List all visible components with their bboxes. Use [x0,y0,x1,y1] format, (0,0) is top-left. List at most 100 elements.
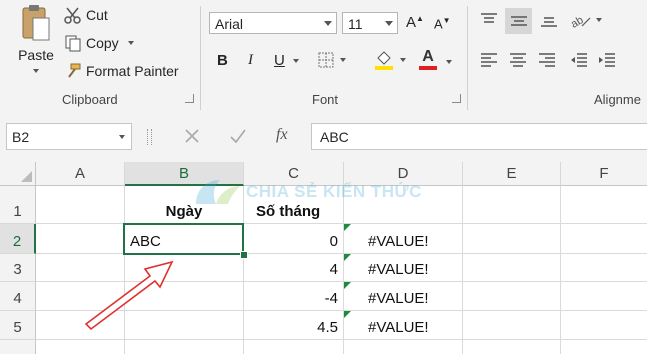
select-all-triangle-icon [21,171,32,182]
gridline [462,186,463,354]
insert-function-button[interactable]: fx [276,126,288,144]
column-header-f[interactable]: F [561,162,647,186]
font-dialog-launcher-icon[interactable] [452,94,461,103]
cut-button[interactable]: Cut [64,6,108,24]
orientation-button[interactable]: ab [570,10,602,30]
font-name-combo[interactable]: Arial [209,12,337,34]
svg-text:ab: ab [570,14,586,30]
group-separator [467,6,468,110]
top-align-button[interactable] [480,12,498,28]
decrease-indent-icon [571,53,587,67]
error-indicator-icon[interactable] [344,282,351,289]
chevron-down-icon [119,135,125,139]
cancel-entry-button[interactable] [184,128,200,144]
column-header-a[interactable]: A [36,162,125,186]
cell-c1[interactable]: Số tháng [244,186,354,223]
cell-c3[interactable]: 4 [244,254,343,281]
check-icon [230,129,246,144]
gridline [36,339,647,340]
format-painter-button[interactable]: Format Painter [64,62,179,80]
error-indicator-icon[interactable] [344,254,351,261]
borders-button[interactable] [318,52,346,68]
paste-label: Paste [18,47,54,63]
cut-label: Cut [86,7,108,23]
cell-value: Ngày [165,203,203,220]
underline-label: U [274,52,285,69]
font-color-label: A [422,48,434,65]
row-header-2[interactable]: 2 [0,224,36,254]
row-header-3[interactable]: 3 [0,254,36,282]
row-header-5[interactable]: 5 [0,311,36,340]
align-left-button[interactable] [480,52,498,68]
bold-button[interactable]: B [217,52,228,69]
middle-align-button[interactable] [505,8,532,34]
column-header-e[interactable]: E [463,162,561,186]
paste-button[interactable]: Paste [14,4,58,84]
font-size-combo[interactable]: 11 [342,12,398,34]
align-right-icon [539,53,555,67]
increase-indent-icon [599,53,615,67]
chevron-down-icon [340,58,346,62]
row-label: 1 [13,203,22,220]
column-label: E [506,165,517,182]
cell-c5[interactable]: 4.5 [244,311,343,339]
middle-align-icon [510,16,527,26]
fill-bucket-icon [375,51,393,70]
align-center-button[interactable] [509,52,527,68]
fill-handle[interactable] [240,251,248,259]
align-center-icon [510,53,526,67]
formula-bar-splitter[interactable] [147,129,152,145]
error-indicator-icon[interactable] [344,224,351,231]
name-box[interactable]: B2 [6,123,132,150]
ribbon: Paste Cut Copy Format Painter Clipboard … [0,0,647,115]
error-indicator-icon[interactable] [344,311,351,318]
cell-value: #VALUE! [368,261,429,278]
cell-value: -4 [324,290,338,307]
italic-button[interactable]: I [248,52,253,69]
row-label: 5 [13,319,22,336]
cell-value: Số tháng [256,203,321,220]
underline-button[interactable]: U [274,52,299,69]
column-label: B [178,164,189,182]
format-painter-icon [68,63,81,78]
fill-color-button[interactable] [374,49,406,71]
clipboard-dialog-launcher-icon[interactable] [185,94,194,103]
cell-c4[interactable]: -4 [244,282,343,310]
align-right-button[interactable] [538,52,556,68]
cell-d3[interactable]: #VALUE! [344,254,462,281]
formula-input[interactable]: ABC [311,123,647,150]
chevron-down-icon [400,58,406,62]
cell-d5[interactable]: #VALUE! [344,311,462,339]
bottom-align-button[interactable] [540,12,558,28]
font-color-button[interactable]: A [419,49,437,70]
scissors-icon [64,7,81,24]
bottom-align-icon [541,17,557,27]
copy-button[interactable]: Copy [64,34,134,52]
increase-font-size-button[interactable]: A▲ [406,14,424,31]
chevron-down-icon[interactable] [446,60,452,64]
confirm-entry-button[interactable] [229,128,247,144]
select-all-button[interactable] [0,162,36,186]
row-label: 4 [13,290,22,307]
decrease-font-icon: A▼ [434,16,451,32]
row-label: 3 [13,261,22,278]
increase-indent-button[interactable] [598,52,616,68]
close-icon [185,129,199,143]
row-header-6[interactable] [0,340,36,354]
row-header-1[interactable]: 1 [0,186,36,224]
cell-c2[interactable]: 0 [244,224,343,253]
row-header-4[interactable]: 4 [0,282,36,311]
copy-icon [65,35,81,52]
cell-d2[interactable]: #VALUE! [344,224,462,253]
copy-label: Copy [86,35,119,51]
cell-value: 4 [329,261,338,278]
cell-b1[interactable]: Ngày [125,186,243,223]
chevron-down-icon [127,41,134,45]
decrease-indent-button[interactable] [570,52,588,68]
cell-d4[interactable]: #VALUE! [344,282,462,310]
decrease-font-size-button[interactable]: A▼ [434,16,451,31]
cell-value: #VALUE! [368,290,429,307]
clipboard-group-label: Clipboard [62,92,118,107]
column-label: A [74,165,85,182]
cell-value: #VALUE! [368,233,429,250]
